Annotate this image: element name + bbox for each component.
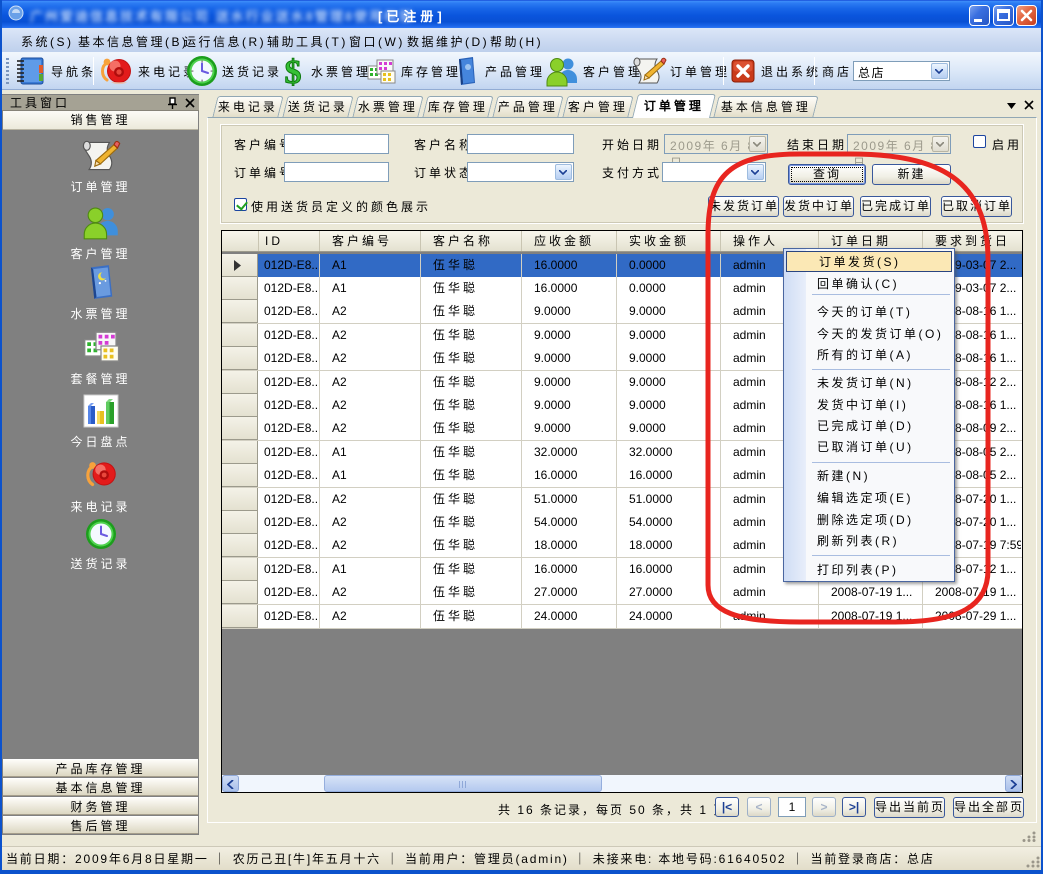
svg-text:$: $ — [285, 54, 302, 88]
